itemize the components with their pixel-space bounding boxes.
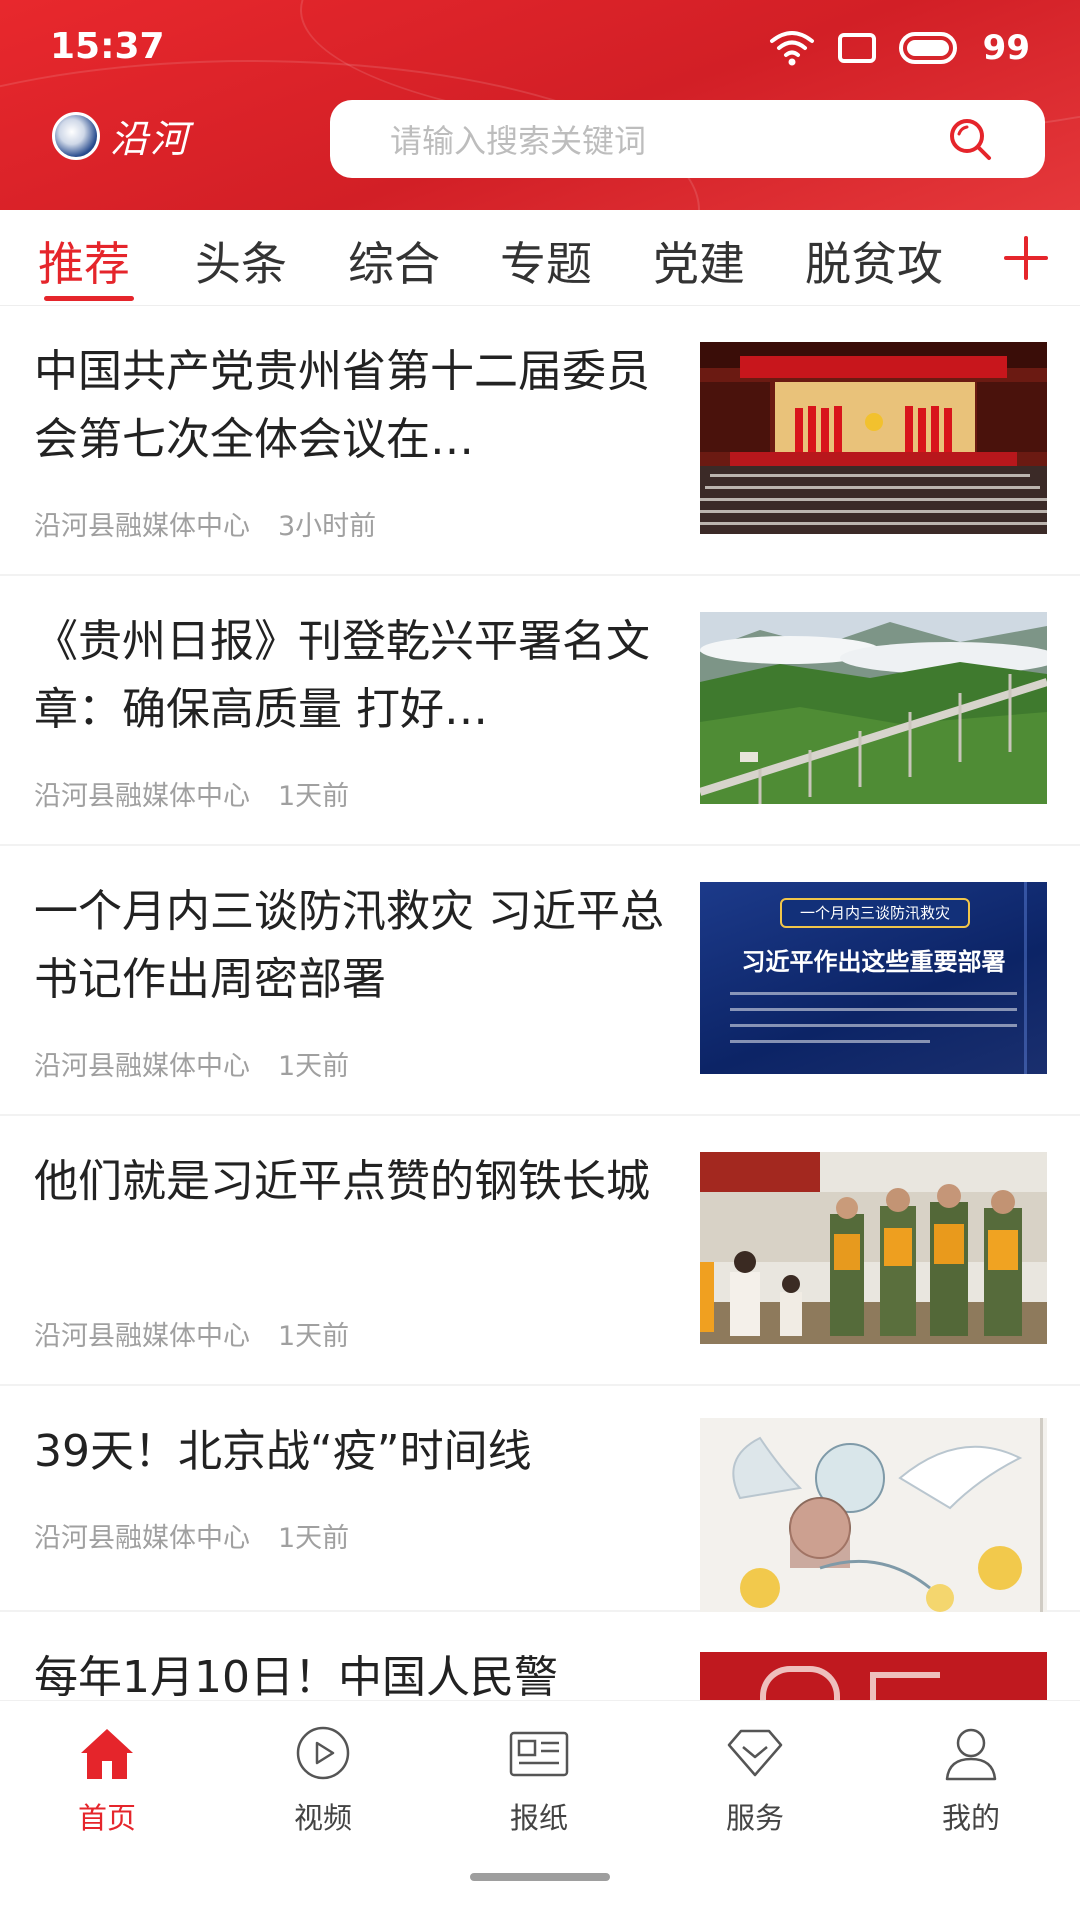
nav-label: 首页 xyxy=(77,1801,136,1835)
logo-emblem xyxy=(52,111,100,160)
battery-level: 99 xyxy=(982,28,1030,68)
nav-label: 视频 xyxy=(293,1801,352,1835)
tab-general[interactable]: 综合 xyxy=(348,228,440,294)
article-source: 沿河县融媒体中心 xyxy=(34,1523,250,1554)
article-title[interactable]: 《贵州日报》刊登乾兴平署名文章：确保高质量 打好… xyxy=(34,608,664,744)
article-meta: 沿河县融媒体中心 1天前 xyxy=(34,1044,349,1083)
poster-badge: 一个月内三谈防汛救灾 xyxy=(780,898,970,928)
article-time: 3小时前 xyxy=(278,511,377,542)
newspaper-icon xyxy=(509,1731,569,1777)
article-source: 沿河县融媒体中心 xyxy=(34,511,250,542)
article-time: 1天前 xyxy=(278,1051,350,1082)
article-time: 1天前 xyxy=(278,1321,350,1352)
play-icon xyxy=(296,1726,350,1780)
soldiers-salute-photo xyxy=(700,1152,1047,1344)
list-item[interactable]: 中国共产党贵州省第十二届委员会第七次全体会议在… 沿河县融媒体中心 3小时前 xyxy=(0,306,1080,576)
tab-topics[interactable]: 专题 xyxy=(500,228,592,294)
logo-text: 沿河 xyxy=(110,117,191,161)
meeting-hall-photo xyxy=(700,342,1047,534)
tab-recommend[interactable]: 推荐 xyxy=(38,228,130,294)
article-title[interactable]: 每年1月10日！中国人民警 xyxy=(34,1644,664,1700)
tab-headlines[interactable]: 头条 xyxy=(195,228,287,294)
category-tabs: 推荐 头条 综合 专题 党建 脱贫攻 xyxy=(0,210,1080,306)
user-icon xyxy=(945,1728,997,1781)
active-tab-indicator xyxy=(44,296,134,301)
status-bar: 15:37 99 xyxy=(0,0,1080,100)
article-thumbnail[interactable] xyxy=(700,1152,1047,1344)
article-thumbnail[interactable] xyxy=(700,1418,1047,1612)
nav-services[interactable]: 服务 xyxy=(680,1723,830,1837)
nav-label: 报纸 xyxy=(509,1801,568,1835)
bottom-navigation: 首页 视频 报纸 服务 我的 xyxy=(0,1700,1080,1920)
illustration-angel xyxy=(700,1418,1047,1612)
list-item[interactable]: 39天！北京战“疫”时间线 沿河县融媒体中心 1天前 xyxy=(0,1386,1080,1612)
article-title[interactable]: 中国共产党贵州省第十二届委员会第七次全体会议在… xyxy=(34,338,664,474)
poster-text-line xyxy=(730,1040,930,1043)
nav-profile[interactable]: 我的 xyxy=(896,1723,1046,1837)
article-meta: 沿河县融媒体中心 1天前 xyxy=(34,1516,349,1555)
news-feed: 中国共产党贵州省第十二届委员会第七次全体会议在… 沿河县融媒体中心 3小时前 《… xyxy=(0,306,1080,1700)
tab-party-building[interactable]: 党建 xyxy=(653,228,745,294)
red-banner-graphic xyxy=(870,1672,940,1700)
status-icons: 99 xyxy=(769,28,1030,68)
screen-icon xyxy=(837,33,876,63)
article-source: 沿河县融媒体中心 xyxy=(34,1321,250,1352)
mountain-viaduct-photo xyxy=(700,612,1047,804)
wifi-icon xyxy=(769,31,814,66)
poster-text-line xyxy=(730,1008,1017,1011)
search-bar[interactable]: 请输入搜索关键词 xyxy=(330,100,1045,178)
app-logo[interactable]: 沿河 xyxy=(52,108,190,163)
article-time: 1天前 xyxy=(278,1523,350,1554)
home-icon xyxy=(81,1729,133,1779)
nav-video[interactable]: 视频 xyxy=(248,1723,398,1837)
diamond-icon xyxy=(727,1729,783,1777)
search-placeholder: 请输入搜索关键词 xyxy=(390,122,647,160)
article-meta: 沿河县融媒体中心 1天前 xyxy=(34,1314,349,1353)
poster-text-line xyxy=(730,1024,1017,1027)
nav-label: 服务 xyxy=(725,1801,784,1835)
search-icon[interactable] xyxy=(947,116,993,162)
article-title[interactable]: 他们就是习近平点赞的钢铁长城 xyxy=(34,1148,664,1216)
nav-label: 我的 xyxy=(941,1801,1000,1835)
nav-newspaper[interactable]: 报纸 xyxy=(464,1723,614,1837)
red-banner-graphic xyxy=(760,1666,840,1700)
add-tab-icon[interactable] xyxy=(1000,232,1052,284)
list-item[interactable]: 一个月内三谈防汛救灾 习近平总书记作出周密部署 沿河县融媒体中心 1天前 一个月内… xyxy=(0,846,1080,1116)
article-title[interactable]: 一个月内三谈防汛救灾 习近平总书记作出周密部署 xyxy=(34,878,664,1014)
app-header: 15:37 99 沿河 请输入搜索关键词 xyxy=(0,0,1080,210)
article-thumbnail[interactable] xyxy=(700,342,1047,534)
list-item[interactable]: 每年1月10日！中国人民警 xyxy=(0,1612,1080,1700)
status-time: 15:37 xyxy=(50,26,165,67)
article-meta: 沿河县融媒体中心 3小时前 xyxy=(34,504,376,543)
article-meta: 沿河县融媒体中心 1天前 xyxy=(34,774,349,813)
article-title[interactable]: 39天！北京战“疫”时间线 xyxy=(34,1418,664,1486)
home-indicator[interactable] xyxy=(470,1873,610,1881)
nav-home[interactable]: 首页 xyxy=(32,1723,182,1837)
article-thumbnail[interactable]: 一个月内三谈防汛救灾 习近平作出这些重要部署 xyxy=(700,882,1047,1074)
article-source: 沿河县融媒体中心 xyxy=(34,1051,250,1082)
article-time: 1天前 xyxy=(278,781,350,812)
list-item[interactable]: 他们就是习近平点赞的钢铁长城 沿河县融媒体中心 1天前 xyxy=(0,1116,1080,1386)
article-thumbnail[interactable] xyxy=(700,1652,1047,1700)
poster-text-line xyxy=(730,992,1017,995)
article-thumbnail[interactable] xyxy=(700,612,1047,804)
poster-light-ray xyxy=(1024,882,1027,1074)
list-item[interactable]: 《贵州日报》刊登乾兴平署名文章：确保高质量 打好… 沿河县融媒体中心 1天前 xyxy=(0,576,1080,846)
poster-headline: 习近平作出这些重要部署 xyxy=(741,948,1006,976)
tab-poverty-alleviation[interactable]: 脱贫攻 xyxy=(805,228,943,294)
battery-icon xyxy=(898,32,957,64)
article-source: 沿河县融媒体中心 xyxy=(34,781,250,812)
